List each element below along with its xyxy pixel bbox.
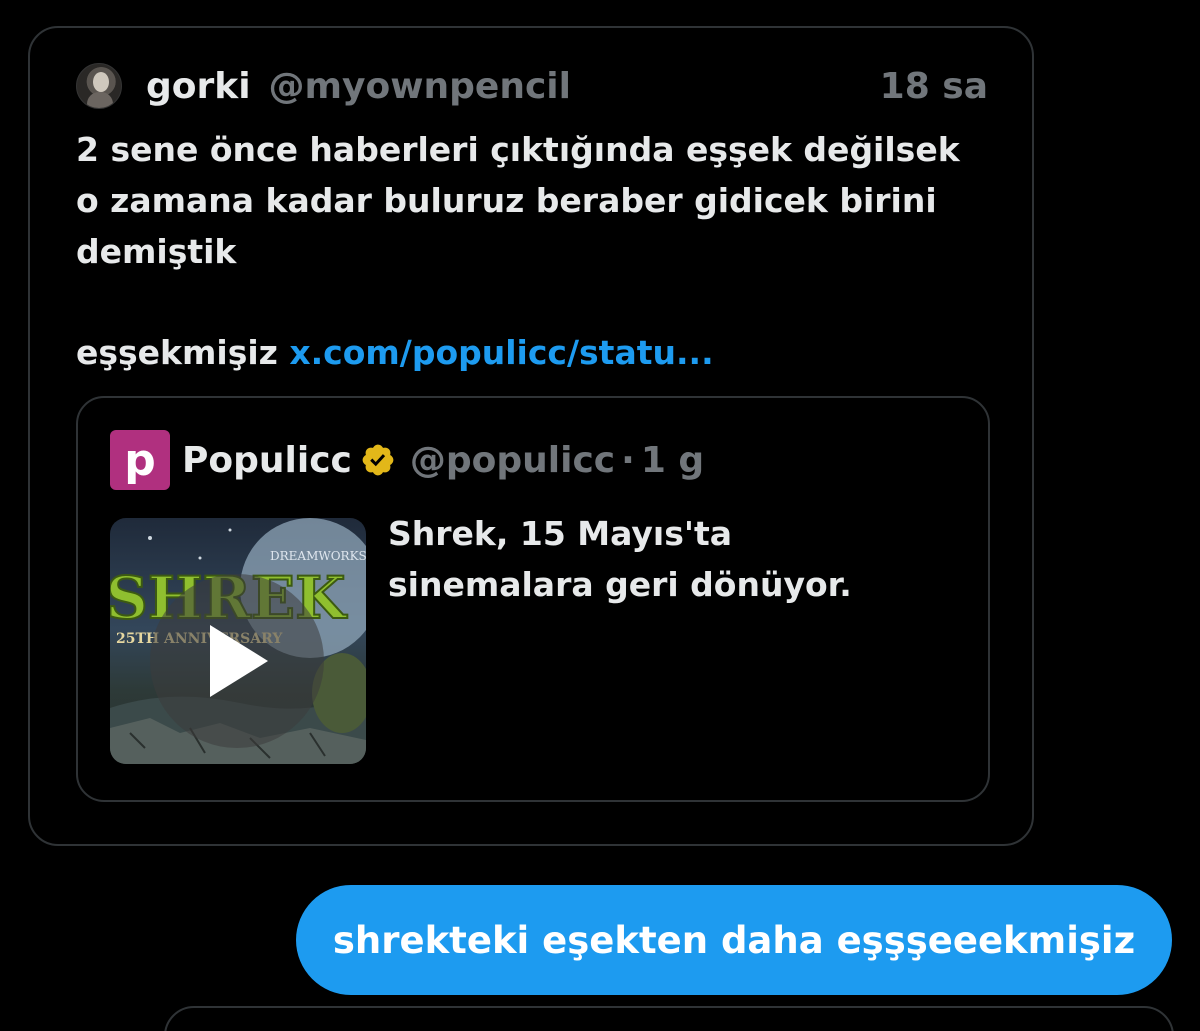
video-brand-text: DREAMWORKS [270,549,366,563]
quoted-tweet-header: p Populicc @populicc · 1 g [110,428,704,492]
separator-dot: · [621,439,635,481]
play-icon [210,625,268,697]
populicc-logo-icon[interactable]: p [110,430,170,490]
dm-conversation: gorki @myownpencil 18 sa 2 sene önce hab… [0,0,1200,1031]
sent-message-bubble[interactable]: shrekteki eşekten daha eşşşeeekmişiz [296,885,1172,995]
verified-badge-icon [362,444,394,476]
next-message-card[interactable] [164,1006,1174,1031]
tweet-text-link-line: eşşekmişiz x.com/populicc/statu... [76,327,1006,378]
play-button[interactable] [150,574,324,748]
tweet-text: 2 sene önce haberleri çıktığında eşşek d… [76,130,960,271]
author-handle[interactable]: @myownpencil [269,66,571,107]
author-name[interactable]: gorki [146,66,251,107]
tweet-timestamp[interactable]: 18 sa [880,66,988,107]
quoted-tweet-text: Shrek, 15 Mayıs'ta sinemalara geri dönüy… [388,514,852,604]
tweet-link[interactable]: x.com/populicc/statu... [289,333,713,372]
shared-tweet-card[interactable]: gorki @myownpencil 18 sa 2 sene önce hab… [28,26,1034,846]
quoted-author-handle[interactable]: @populicc [410,440,615,481]
quoted-tweet-card[interactable]: p Populicc @populicc · 1 g DREAMWORKS 25… [76,396,990,802]
sent-message-text: shrekteki eşekten daha eşşşeeekmişiz [332,918,1136,962]
author-avatar[interactable] [76,63,122,109]
quoted-author-name[interactable]: Populicc [182,440,352,481]
tweet-header: gorki @myownpencil 18 sa [76,58,988,114]
video-thumbnail[interactable]: DREAMWORKS SHREK 25TH ANNIVERSARY [110,518,366,764]
tweet-text-prefix: eşşekmişiz [76,333,290,372]
quoted-tweet-time[interactable]: 1 g [641,440,704,481]
